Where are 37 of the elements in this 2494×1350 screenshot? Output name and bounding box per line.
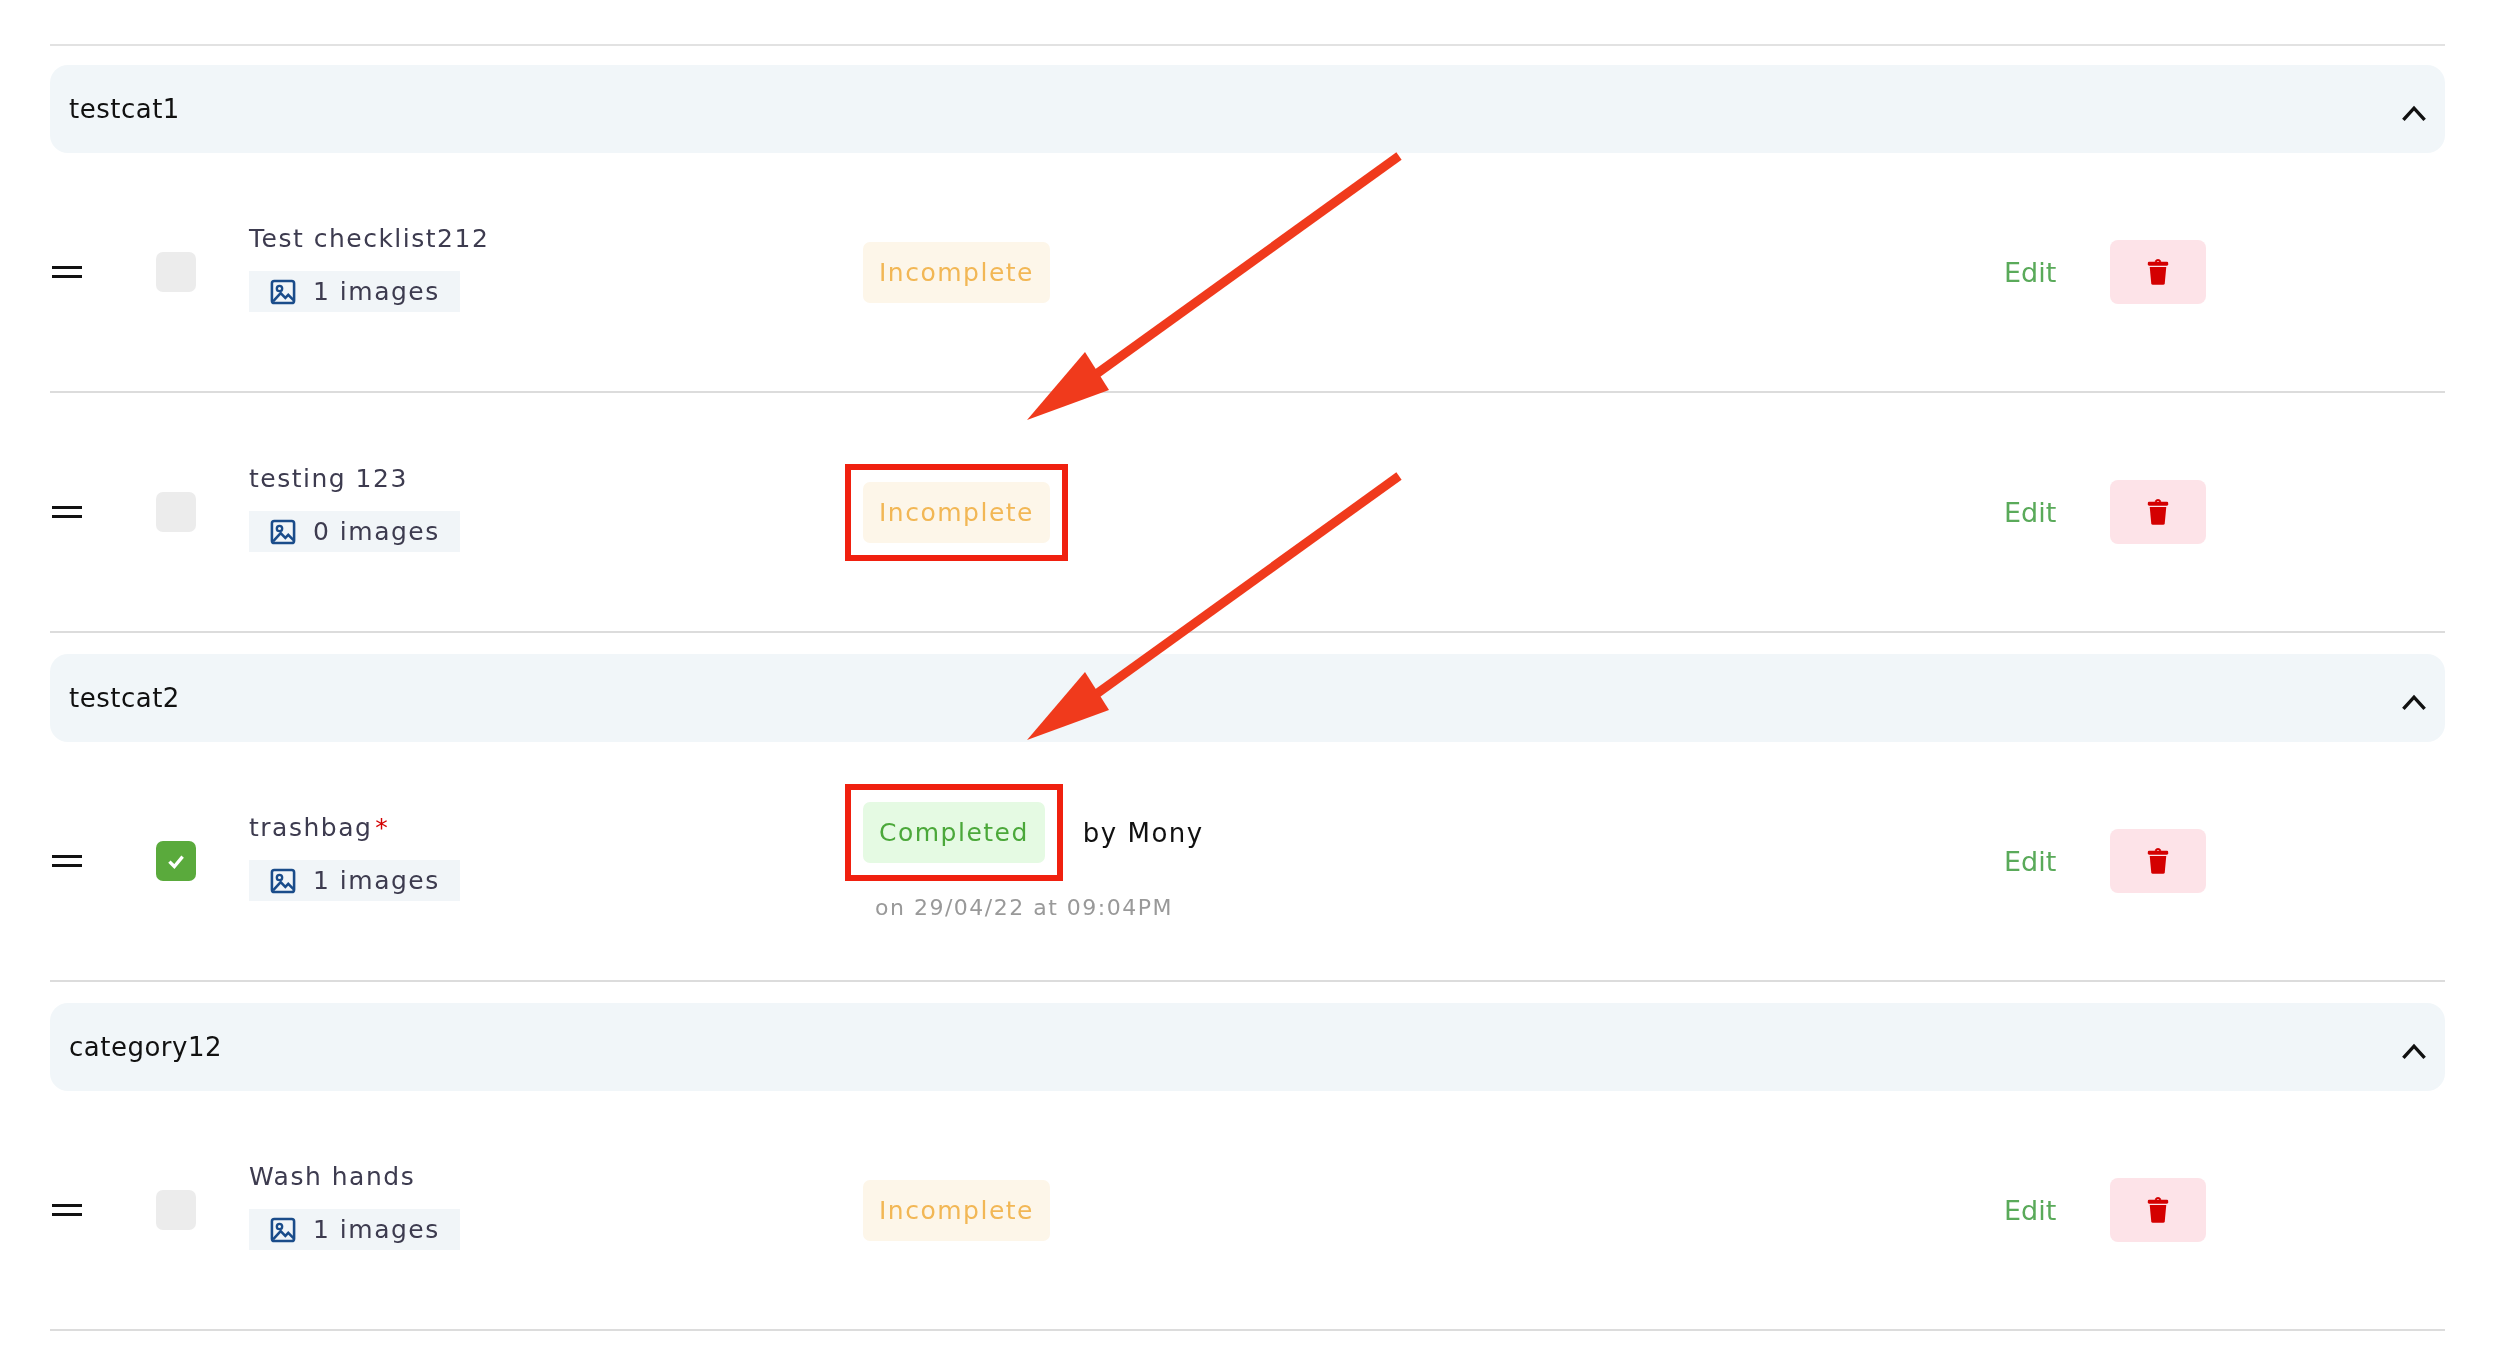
images-count-chip[interactable]: 0 images (249, 511, 460, 552)
delete-button[interactable] (2110, 240, 2207, 304)
item-title: trashbag (249, 813, 373, 842)
chevron-up-icon[interactable] (2401, 104, 2427, 122)
category-header[interactable]: testcat1 (50, 65, 2445, 153)
item-title: testing 123 (249, 464, 408, 493)
status-badge: Completed (863, 802, 1045, 863)
category-header[interactable]: testcat2 (50, 654, 2445, 742)
drag-handle-icon[interactable] (52, 1204, 82, 1216)
delete-button[interactable] (2110, 480, 2207, 544)
drag-handle-icon[interactable] (52, 266, 82, 278)
chevron-up-icon[interactable] (2401, 1042, 2427, 1060)
chevron-up-icon[interactable] (2401, 693, 2427, 711)
images-count-chip[interactable]: 1 images (249, 1209, 460, 1250)
image-icon (269, 866, 297, 895)
category-name: category12 (69, 1032, 222, 1062)
category-name: testcat2 (69, 683, 180, 713)
drag-handle-icon[interactable] (52, 506, 82, 518)
drag-handle-icon[interactable] (52, 855, 82, 867)
delete-button[interactable] (2110, 1178, 2207, 1242)
image-icon (269, 277, 297, 306)
image-icon (269, 517, 297, 546)
status-badge: Incomplete (863, 1179, 1050, 1241)
item-title: Test checklist212 (249, 224, 490, 253)
images-count-chip[interactable]: 1 images (249, 860, 460, 901)
checkbox[interactable] (156, 841, 196, 881)
category-name: testcat1 (69, 94, 180, 124)
images-count-chip[interactable]: 1 images (249, 271, 460, 312)
image-icon (269, 1215, 297, 1244)
status-badge: Incomplete (863, 481, 1050, 543)
completed-by: by Mony (1082, 817, 1204, 848)
required-mark: * (375, 813, 388, 842)
item-title: Wash hands (249, 1162, 416, 1191)
category-header[interactable]: category12 (50, 1003, 2445, 1091)
delete-button[interactable] (2110, 829, 2207, 893)
status-badge: Incomplete (863, 241, 1050, 303)
completed-date: on 29/04/22 at 09:04PM (875, 895, 1174, 920)
